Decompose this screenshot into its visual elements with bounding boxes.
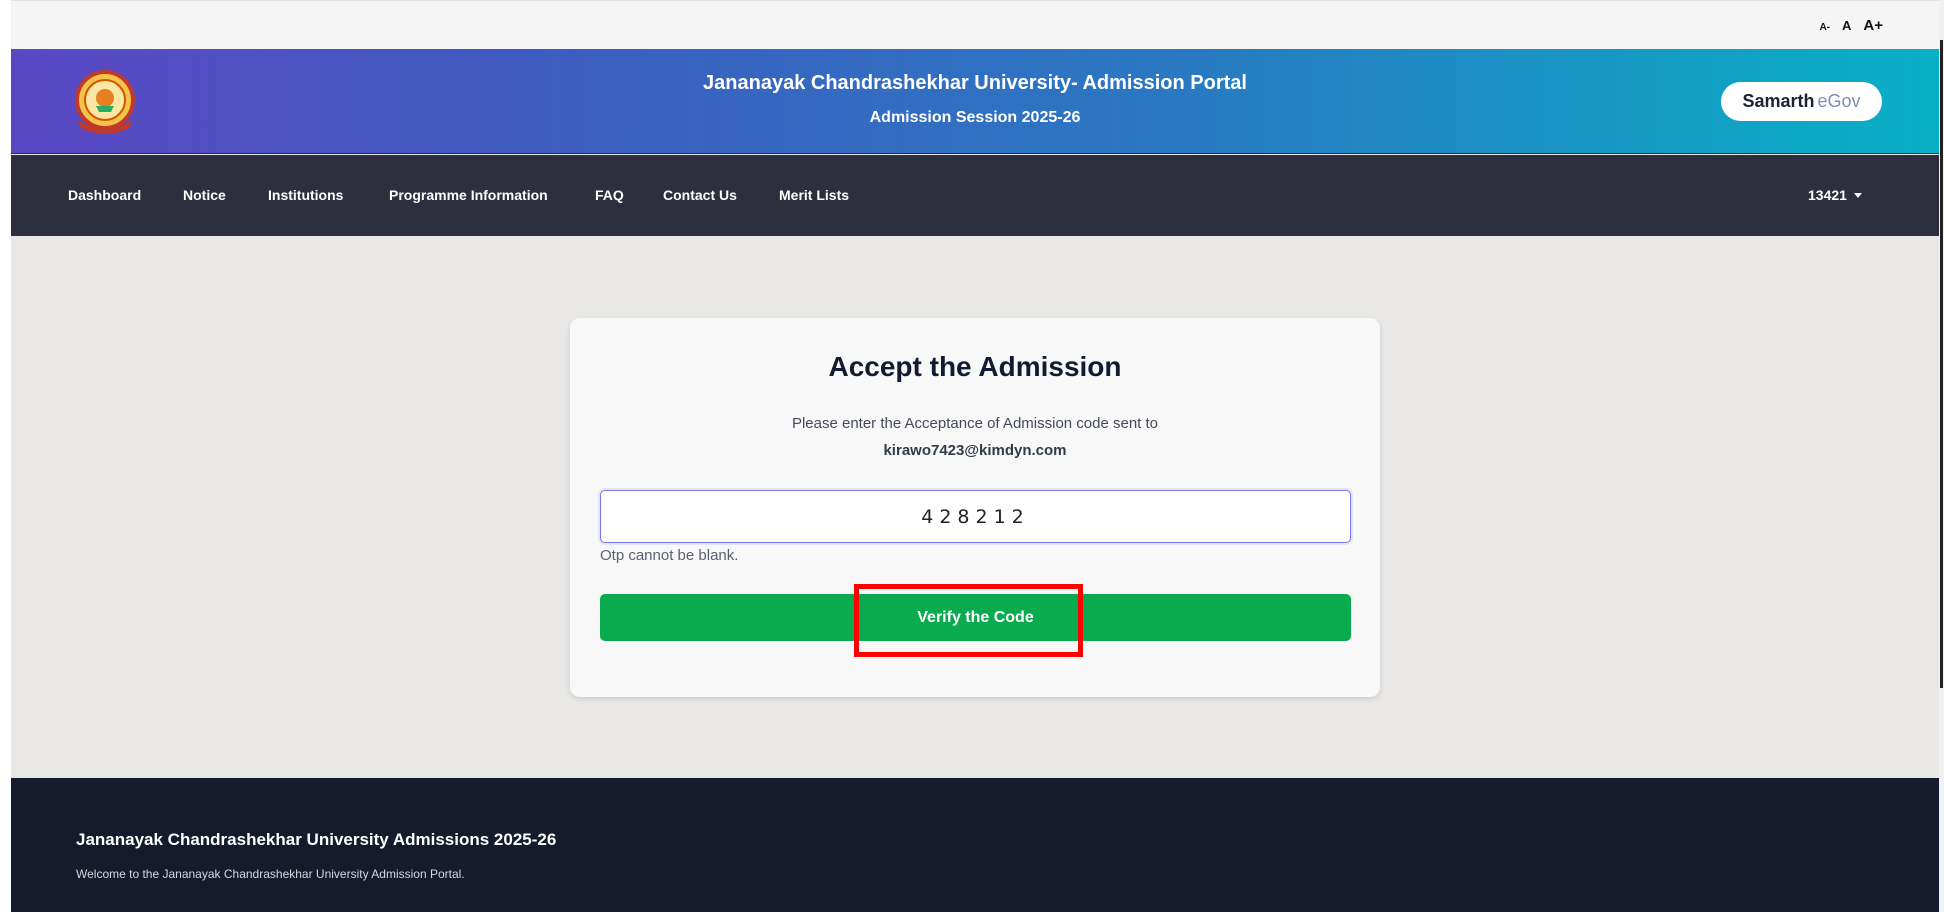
nav-programme-information[interactable]: Programme Information xyxy=(389,187,548,203)
samarth-egov-logo[interactable]: Samarth eGov xyxy=(1721,82,1882,121)
user-id: 13421 xyxy=(1808,187,1847,203)
brand-part1: Samarth xyxy=(1742,91,1815,111)
nav-institutions[interactable]: Institutions xyxy=(268,187,343,203)
accept-admission-card: Accept the Admission Please enter the Ac… xyxy=(570,318,1380,697)
nav-dashboard[interactable]: Dashboard xyxy=(68,187,141,203)
portal-header: Jananayak Chandrashekhar University- Adm… xyxy=(11,49,1939,154)
user-menu[interactable]: 13421 xyxy=(1808,187,1862,203)
scrollbar-thumb[interactable] xyxy=(1940,40,1943,688)
brand-part2: eGov xyxy=(1817,91,1861,111)
main-navbar: Dashboard Notice Institutions Programme … xyxy=(11,155,1939,236)
nav-merit-lists[interactable]: Merit Lists xyxy=(779,187,849,203)
decrease-font-button[interactable]: A- xyxy=(1819,22,1830,33)
footer-text: Welcome to the Jananayak Chandrashekhar … xyxy=(76,867,465,881)
nav-contact-us[interactable]: Contact Us xyxy=(663,187,737,203)
recipient-email: kirawo7423@kimdyn.com xyxy=(883,442,1067,459)
font-size-bar: A- A A+ xyxy=(11,0,1939,49)
otp-input[interactable] xyxy=(600,490,1351,543)
increase-font-button[interactable]: A+ xyxy=(1863,17,1883,34)
nav-notice[interactable]: Notice xyxy=(183,187,226,203)
portal-title: Jananayak Chandrashekhar University- Adm… xyxy=(703,72,1247,94)
font-size-controls: A- A A+ xyxy=(1819,17,1883,34)
instruction-text: Please enter the Acceptance of Admission… xyxy=(791,415,1159,432)
normal-font-button[interactable]: A xyxy=(1842,18,1851,33)
admission-session: Admission Session 2025-26 xyxy=(869,109,1081,126)
chevron-down-icon xyxy=(1853,192,1862,198)
page-scrollbar[interactable] xyxy=(1939,0,1944,912)
card-title: Accept the Admission xyxy=(828,351,1122,382)
otp-error-message: Otp cannot be blank. xyxy=(600,547,739,564)
footer-title: Jananayak Chandrashekhar University Admi… xyxy=(76,830,557,849)
page: A- A A+ Jananayak Chandrashekhar Univers… xyxy=(11,0,1939,912)
nav-faq[interactable]: FAQ xyxy=(595,187,624,203)
verify-code-button[interactable]: Verify the Code xyxy=(600,594,1351,641)
footer: Jananayak Chandrashekhar University Admi… xyxy=(11,778,1939,912)
